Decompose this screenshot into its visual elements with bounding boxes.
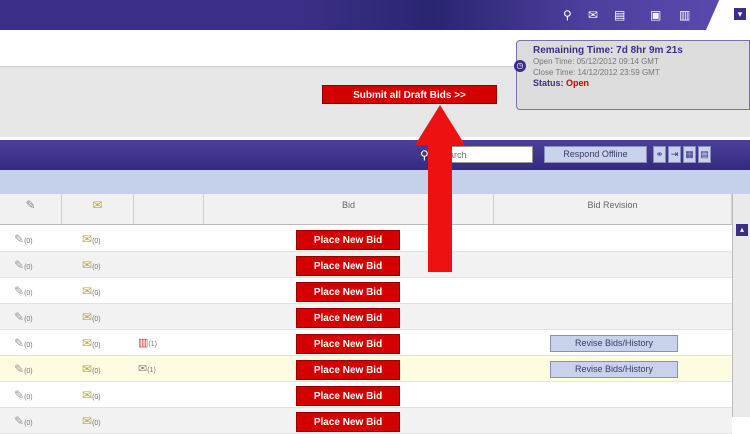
status-label: Status: <box>533 78 564 88</box>
remaining-time: Remaining Time: 7d 8hr 9m 21s <box>533 45 683 56</box>
export-icon[interactable]: ⇥ <box>668 146 681 163</box>
document-icon[interactable]: ▥ <box>679 9 690 21</box>
top-navigation-bar: ⚲ ✉ ▤ ▣ ▥ ▾ <box>0 0 750 30</box>
pencil-icon[interactable]: ✎(0) <box>14 336 33 350</box>
annotation-arrow <box>415 105 465 272</box>
pin-icon[interactable]: ⚲ <box>563 9 572 21</box>
pencil-icon[interactable]: ✎(0) <box>14 284 33 298</box>
collapse-button[interactable]: ▾ <box>734 8 746 20</box>
pencil-icon[interactable]: ✎(0) <box>14 232 33 246</box>
envelope-icon[interactable]: ✉(0) <box>82 388 101 402</box>
revise-bids-history-button[interactable]: Revise Bids/History <box>550 361 678 378</box>
table-row: ✎(0) ✉(0) Place New Bid <box>0 304 732 330</box>
place-new-bid-button[interactable]: Place New Bid <box>296 308 400 328</box>
pencil-icon[interactable]: ✎(0) <box>14 362 33 376</box>
pencil-icon[interactable]: ✎(0) <box>14 388 33 402</box>
print-icon[interactable]: ▤ <box>614 9 625 21</box>
place-new-bid-button[interactable]: Place New Bid <box>296 360 400 380</box>
status-line: Status: Open <box>533 78 743 88</box>
place-new-bid-button[interactable]: Place New Bid <box>296 230 400 250</box>
print-table-icon[interactable]: ▤ <box>698 146 711 163</box>
table-row: ✎(0) ✉(0) Place New Bid <box>0 226 732 252</box>
revise-bids-history-button[interactable]: Revise Bids/History <box>550 335 678 352</box>
envelope-icon[interactable]: ✉(0) <box>82 284 101 298</box>
place-new-bid-button[interactable]: Place New Bid <box>296 256 400 276</box>
table-row: ✎(0) ✉(0) ▥(1) Place New Bid Revise Bids… <box>0 330 732 356</box>
table-row: ✎(0) ✉(0) ✉(1) Place New Bid Revise Bids… <box>0 356 732 382</box>
table-row: ✎(0) ✉(0) Place New Bid <box>0 382 732 408</box>
envelope-icon[interactable]: ✉(0) <box>82 310 101 324</box>
pencil-header-icon: ✎ <box>25 198 36 212</box>
envelope-icon[interactable]: ✉(0) <box>82 414 101 428</box>
envelope-icon[interactable]: ✉(0) <box>82 336 101 350</box>
pencil-icon[interactable]: ✎(0) <box>14 258 33 272</box>
status-value: Open <box>566 78 590 88</box>
envelope-icon[interactable]: ✉(0) <box>82 232 101 246</box>
place-new-bid-button[interactable]: Place New Bid <box>296 412 400 432</box>
envelope-icon[interactable]: ✉(0) <box>82 258 101 272</box>
vertical-scrollbar[interactable]: ▴ <box>732 194 750 417</box>
envelope-header-icon: ✉ <box>92 198 103 212</box>
mail-icon[interactable]: ✉ <box>588 9 598 21</box>
table-row: ✎(0) ✉(0) Place New Bid <box>0 252 732 278</box>
binoculars-icon[interactable]: ⚭ <box>653 146 666 163</box>
table-row: ✎(0) ✉(0) Place New Bid <box>0 408 732 434</box>
attachment-icon[interactable]: ▥(1) <box>138 336 157 349</box>
pencil-icon[interactable]: ✎(0) <box>14 310 33 324</box>
place-new-bid-button[interactable]: Place New Bid <box>296 282 400 302</box>
respond-offline-button[interactable]: Respond Offline <box>544 146 647 163</box>
place-new-bid-button[interactable]: Place New Bid <box>296 386 400 406</box>
columns-icon[interactable]: ▦ <box>683 146 696 163</box>
save-icon[interactable]: ▣ <box>650 9 661 21</box>
table-row: ✎(0) ✉(0) Place New Bid <box>0 278 732 304</box>
column-header-bid-revision[interactable]: Bid Revision <box>494 194 732 224</box>
table-header: ✎ ✉ Bid Bid Revision <box>0 194 732 225</box>
filter-band <box>0 170 750 194</box>
close-time: Close Time: 14/12/2012 23:59 GMT <box>533 68 660 77</box>
place-new-bid-button[interactable]: Place New Bid <box>296 334 400 354</box>
scroll-up-icon[interactable]: ▴ <box>736 224 748 236</box>
clock-icon: ◷ <box>514 60 526 72</box>
column-header-edit[interactable]: ✎ <box>0 194 62 224</box>
remaining-time-box: ◷ Remaining Time: 7d 8hr 9m 21s Open Tim… <box>514 40 750 110</box>
message-icon[interactable]: ✉(1) <box>138 362 156 375</box>
column-header-messages[interactable]: ✉ <box>62 194 134 224</box>
pencil-icon[interactable]: ✎(0) <box>14 414 33 428</box>
open-time: Open Time: 05/12/2012 09:14 GMT <box>533 57 659 66</box>
table-toolbar: ⚲ Respond Offline ⚭ ⇥ ▦ ▤ <box>0 140 750 170</box>
column-header-attachments[interactable] <box>134 194 204 224</box>
envelope-icon[interactable]: ✉(0) <box>82 362 101 376</box>
